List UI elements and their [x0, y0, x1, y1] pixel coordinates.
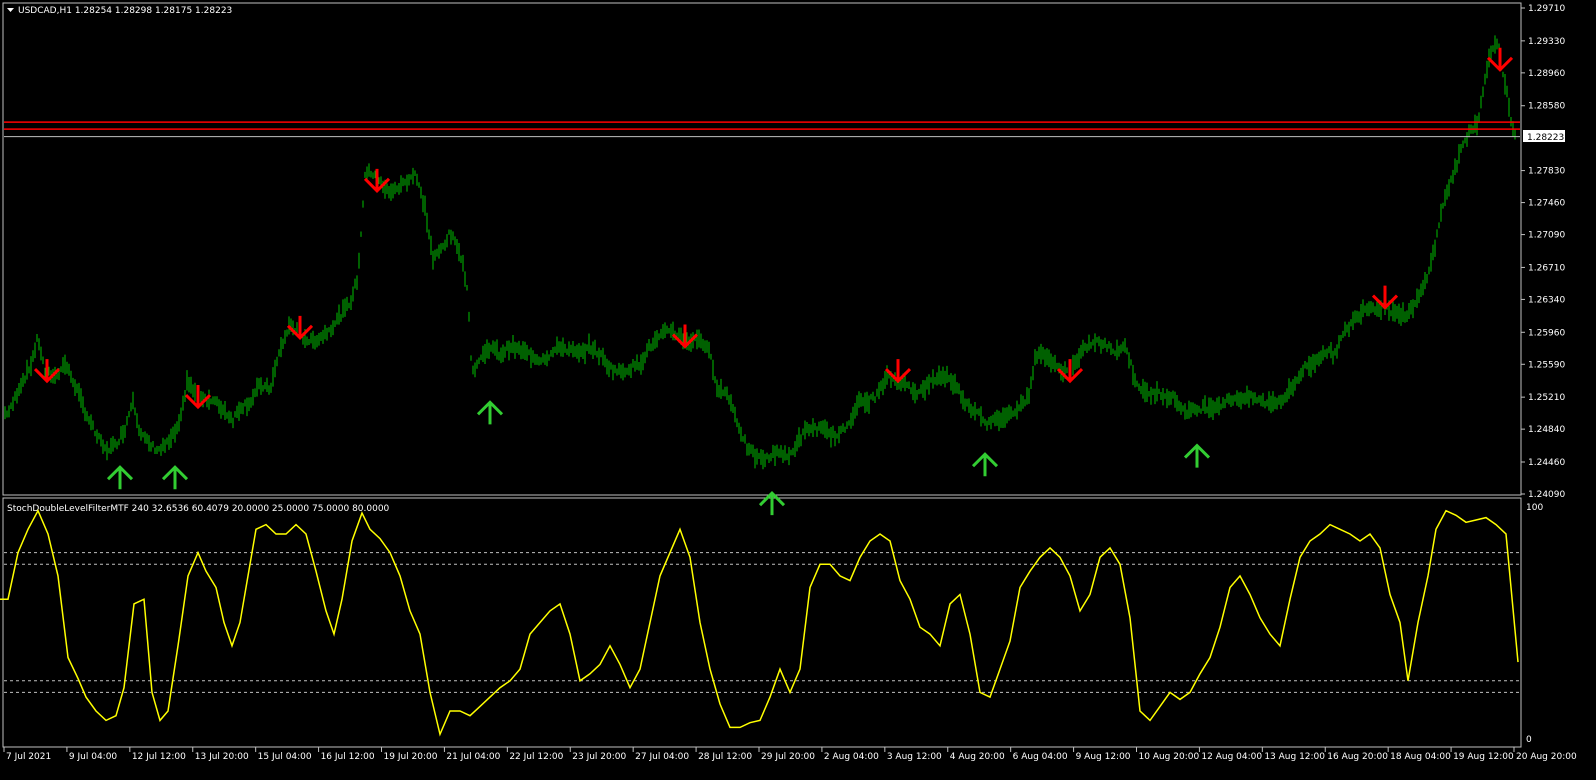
- time-label: 16 Jul 12:00: [321, 752, 375, 762]
- down-arrow-icon: [884, 359, 912, 384]
- indicator-title: StochDoubleLevelFilterMTF 240 32.6536 60…: [7, 504, 390, 514]
- time-label: 4 Aug 20:00: [950, 752, 1005, 762]
- price-axis: 1.29710 1.29330 1.28960 1.28580 1.27830 1.274…: [1521, 4, 1565, 500]
- up-arrow-icon: [161, 465, 189, 490]
- price-label: 1.25960: [1528, 328, 1565, 338]
- time-label: 12 Aug 04:00: [1201, 752, 1262, 762]
- price-label: 1.24090: [1528, 490, 1565, 500]
- time-axis: 7 Jul 2021 9 Jul 04:00 12 Jul 12:00 13 Jul …: [3, 747, 1577, 762]
- price-label: 1.29710: [1528, 4, 1565, 14]
- up-arrow-icon: [476, 400, 504, 425]
- indicator-axis-min: 0: [1526, 735, 1532, 745]
- time-label: 2 Aug 04:00: [824, 752, 879, 762]
- price-label: 1.24460: [1528, 458, 1565, 468]
- horizontal-lines[interactable]: [4, 121, 1520, 138]
- price-label: 1.27830: [1528, 167, 1565, 177]
- time-label: 22 Jul 12:00: [509, 752, 563, 762]
- up-arrow-icon: [1183, 443, 1211, 468]
- indicator-panel-frame: [2, 497, 1522, 748]
- time-label: 28 Jul 12:00: [698, 752, 752, 762]
- time-label: 15 Jul 04:00: [258, 752, 312, 762]
- time-label: 9 Jul 04:00: [69, 752, 118, 762]
- price-label: 1.29330: [1528, 37, 1565, 47]
- time-label: 10 Aug 20:00: [1139, 752, 1200, 762]
- time-label: 13 Aug 12:00: [1264, 752, 1325, 762]
- current-price-label: 1.28223: [1527, 133, 1564, 143]
- up-arrow-icon: [106, 465, 134, 490]
- time-label: 21 Jul 04:00: [446, 752, 500, 762]
- down-arrow-icon: [1056, 359, 1084, 384]
- time-label: 20 Aug 20:00: [1516, 752, 1577, 762]
- price-label: 1.28960: [1528, 69, 1565, 79]
- price-label: 1.26340: [1528, 295, 1565, 305]
- time-label: 12 Jul 12:00: [132, 752, 186, 762]
- time-label: 7 Jul 2021: [6, 752, 51, 762]
- trading-chart[interactable]: USDCAD,H1 1.28254 1.28298 1.28175 1.2822…: [0, 0, 1596, 780]
- down-arrow-icon: [184, 385, 212, 410]
- current-price-box: 1.28223: [1523, 130, 1565, 143]
- indicator-levels: [4, 552, 1520, 693]
- time-label: 6 Aug 04:00: [1013, 752, 1068, 762]
- symbol-menu-arrow-icon[interactable]: [7, 8, 14, 12]
- time-label: 19 Aug 12:00: [1453, 752, 1514, 762]
- time-label: 29 Jul 20:00: [761, 752, 815, 762]
- time-label: 3 Aug 12:00: [887, 752, 942, 762]
- time-label: 19 Jul 20:00: [384, 752, 438, 762]
- price-label: 1.24840: [1528, 425, 1565, 435]
- up-arrow-icon: [758, 491, 786, 516]
- time-label: 23 Jul 20:00: [572, 752, 626, 762]
- time-label: 9 Aug 12:00: [1076, 752, 1131, 762]
- time-label: 13 Jul 20:00: [195, 752, 249, 762]
- price-label: 1.27460: [1528, 199, 1565, 209]
- price-label: 1.26710: [1528, 263, 1565, 273]
- down-arrow-icon: [1486, 47, 1514, 72]
- symbol-info: USDCAD,H1 1.28254 1.28298 1.28175 1.2822…: [18, 6, 232, 16]
- price-label: 1.25210: [1528, 393, 1565, 403]
- down-arrow-icon: [286, 315, 314, 340]
- price-label: 1.28580: [1528, 102, 1565, 112]
- price-bars: [4, 35, 1516, 470]
- up-arrow-icon: [971, 452, 999, 477]
- price-label: 1.27090: [1528, 231, 1565, 241]
- time-label: 18 Aug 04:00: [1390, 752, 1451, 762]
- price-label: 1.25590: [1528, 360, 1565, 370]
- indicator-axis-max: 100: [1526, 503, 1543, 513]
- time-label: 16 Aug 20:00: [1327, 752, 1388, 762]
- stochastic-line: [0, 508, 1519, 737]
- time-label: 27 Jul 04:00: [635, 752, 689, 762]
